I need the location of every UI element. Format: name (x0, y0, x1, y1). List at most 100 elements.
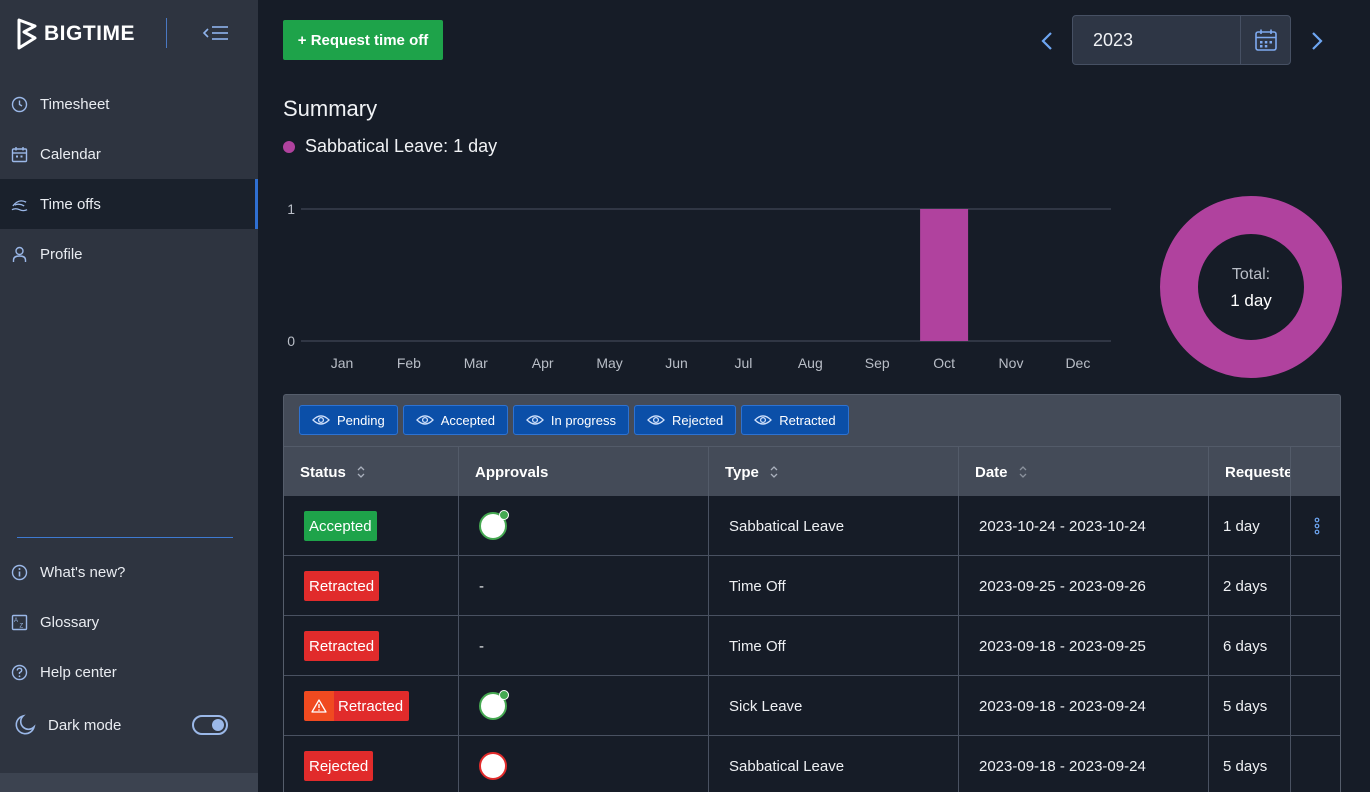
year-input[interactable]: 2023 (1073, 16, 1240, 64)
filter-in-progress[interactable]: In progress (512, 405, 629, 435)
status-cell: Rejected (284, 736, 459, 792)
requested-cell: 5 days (1209, 736, 1291, 792)
filter-label: Rejected (671, 412, 724, 428)
sidebar-bottom-strip (0, 773, 258, 792)
status-cell: Accepted (284, 496, 459, 556)
nav-item-help-center[interactable]: Help center (0, 647, 258, 697)
chart-legend[interactable]: Sabbatical Leave: 1 day (283, 136, 497, 157)
filter-retracted[interactable]: Retracted (741, 405, 849, 435)
chevron-right-icon (1312, 32, 1323, 50)
filter-label: Retracted (779, 412, 836, 428)
x-tick-label: Feb (397, 355, 421, 371)
previous-year-button[interactable] (1033, 27, 1061, 55)
sort-icon[interactable] (769, 464, 779, 480)
column-approvals: Approvals (459, 447, 709, 497)
eye-icon (312, 415, 330, 425)
approver-avatar[interactable] (479, 752, 507, 780)
nav-item-profile[interactable]: Profile (0, 229, 258, 279)
column-status[interactable]: Status (284, 447, 459, 497)
filter-accepted[interactable]: Accepted (402, 405, 508, 435)
date-cell: 2023-09-25 - 2023-09-26 (959, 556, 1209, 616)
year-calendar-button[interactable] (1240, 16, 1290, 64)
nav-item-whats-new[interactable]: What's new? (0, 547, 258, 597)
moon-icon (14, 714, 36, 736)
x-tick-label: Jan (331, 355, 354, 371)
status-badge: Rejected (304, 751, 374, 781)
type-cell: Time Off (709, 556, 959, 616)
filter-pending[interactable]: Pending (299, 405, 398, 435)
sort-icon[interactable] (356, 464, 366, 480)
nav-item-timesheet[interactable]: Timesheet (0, 79, 258, 129)
collapse-sidebar-button[interactable] (201, 20, 231, 46)
approvals-cell: - (459, 556, 709, 616)
table-row[interactable]: Rejected Sabbatical Leave 2023-09-18 - 2… (284, 736, 1340, 792)
glossary-icon: AZ (11, 614, 28, 631)
svg-text:A: A (14, 618, 18, 624)
requested-cell: 2 days (1209, 556, 1291, 616)
column-date[interactable]: Date (959, 447, 1209, 497)
nav-item-calendar[interactable]: Calendar (0, 129, 258, 179)
sidebar-divider (17, 537, 233, 538)
table-header: Status Approvals Type Date Requeste (284, 446, 1340, 497)
filter-label: Pending (337, 412, 385, 428)
column-label: Approvals (475, 463, 549, 481)
nav-item-glossary[interactable]: AZ Glossary (0, 597, 258, 647)
actions-cell (1291, 556, 1340, 616)
approvals-cell (459, 676, 709, 736)
table-row[interactable]: Retracted - Time Off 2023-09-18 - 2023-0… (284, 616, 1340, 676)
legend-dot (283, 140, 295, 153)
x-tick-label: Aug (798, 355, 823, 371)
column-type[interactable]: Type (709, 447, 959, 497)
svg-text:Z: Z (20, 623, 24, 629)
next-year-button[interactable] (1303, 27, 1331, 55)
request-time-off-button[interactable]: + Request time off (283, 20, 443, 60)
x-tick-label: Nov (999, 355, 1024, 371)
calendar-icon (11, 146, 28, 163)
sort-icon[interactable] (1018, 464, 1028, 480)
bar (920, 209, 969, 341)
donut-value: 1 day (1230, 291, 1272, 310)
collapse-menu-icon (202, 26, 228, 40)
status-badge: Retracted (304, 571, 380, 601)
nav-item-label: What's new? (40, 563, 126, 581)
table-row[interactable]: Retracted - Time Off 2023-09-25 - 2023-0… (284, 556, 1340, 616)
status-badge: Accepted (304, 511, 377, 541)
nav-item-label: Timesheet (40, 95, 110, 113)
type-cell: Time Off (709, 616, 959, 676)
eye-icon (415, 415, 434, 425)
donut-label: Total: (1232, 266, 1270, 283)
x-tick-label: Jun (665, 355, 688, 371)
date-cell: 2023-09-18 - 2023-09-25 (959, 616, 1209, 676)
nav-item-time-offs[interactable]: Time offs (0, 179, 258, 229)
logo[interactable]: BIGTIME (16, 18, 135, 50)
bigtime-logo-icon (17, 18, 37, 50)
dark-mode-toggle[interactable] (192, 715, 228, 735)
x-tick-label: Jul (734, 355, 752, 371)
table-row[interactable]: Accepted Sabbatical Leave 2023-10-24 - 2… (284, 496, 1340, 556)
table-row[interactable]: Retracted Sick Leave 2023-09-18 - 2023-0… (284, 676, 1340, 736)
y-tick-label: 1 (287, 201, 295, 217)
status-filters: Pending Accepted In progress Rejected Re… (299, 405, 849, 435)
status-badge: Retracted (304, 691, 410, 721)
status-badge-label: Retracted (334, 691, 410, 721)
help-icon (11, 664, 28, 681)
type-cell: Sabbatical Leave (709, 736, 959, 792)
logo-divider (166, 18, 167, 48)
info-icon (11, 564, 28, 581)
more-actions-icon[interactable] (1314, 517, 1320, 535)
nav-item-label: Calendar (40, 145, 101, 163)
sidebar: BIGTIME Timesheet Calendar Time offs Pro… (0, 0, 258, 792)
column-actions (1291, 447, 1340, 497)
approvals-cell (459, 736, 709, 792)
nav-item-label: Glossary (40, 613, 100, 631)
column-requested: Requeste (1209, 447, 1291, 497)
filter-rejected[interactable]: Rejected (633, 405, 737, 435)
summary-title: Summary (283, 96, 378, 121)
nav-item-label: Time offs (40, 195, 101, 213)
requested-cell: 1 day (1209, 496, 1291, 556)
logo-text: BIGTIME (44, 22, 135, 45)
approver-avatar[interactable] (479, 690, 509, 720)
approver-avatar[interactable] (479, 510, 509, 540)
calendar-icon (1254, 29, 1277, 51)
filter-label: Accepted (440, 412, 495, 428)
